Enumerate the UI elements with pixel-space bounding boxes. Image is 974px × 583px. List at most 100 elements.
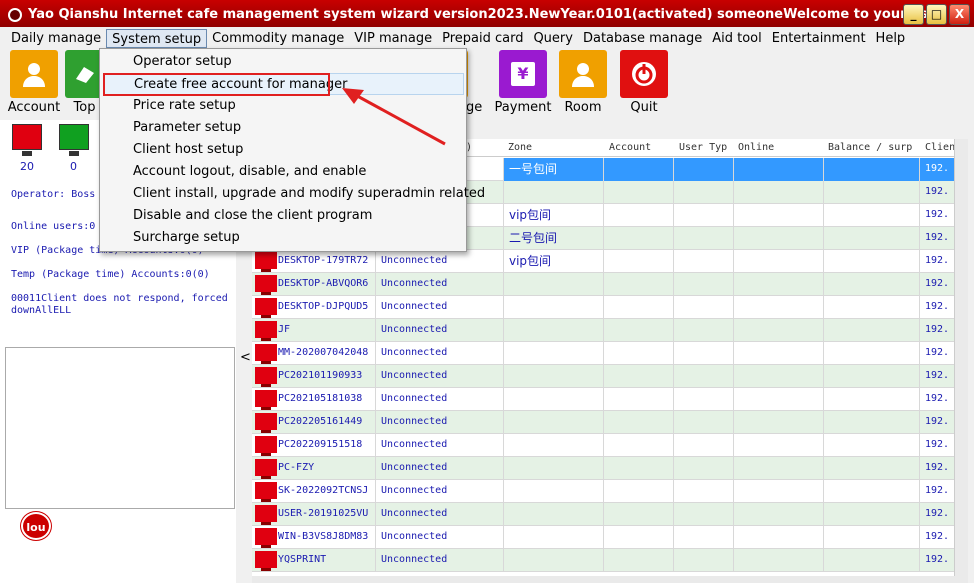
menu-prepaid-card[interactable]: Prepaid card [437, 29, 528, 48]
cell-status: Unconnected [381, 531, 448, 542]
table-cell [674, 227, 734, 250]
table-cell [824, 342, 920, 365]
close-button[interactable]: X [949, 4, 970, 25]
table-cell [604, 549, 674, 572]
cell-status: Unconnected [381, 324, 448, 335]
menu-item-client-install[interactable]: Client install, upgrade and modify super… [133, 183, 485, 205]
table-cell [674, 411, 734, 434]
table-cell [824, 411, 920, 434]
monitor-green-icon[interactable] [59, 124, 89, 156]
table-cell [604, 342, 674, 365]
menu-item-price-rate-setup[interactable]: Price rate setup [133, 95, 236, 117]
monitor-red-icon[interactable] [12, 124, 42, 156]
user-icon [10, 50, 58, 98]
table-cell [674, 549, 734, 572]
table-cell: Unconnected [376, 273, 504, 296]
cell-name: SK-2022092TCNSJ [278, 485, 369, 496]
menu-entertainment[interactable]: Entertainment [767, 29, 871, 48]
menu-vip-manage[interactable]: VIP manage [349, 29, 437, 48]
menu-item-parameter-setup[interactable]: Parameter setup [133, 117, 241, 139]
menu-daily-manage[interactable]: Daily manage [6, 29, 106, 48]
computer-icon [255, 413, 277, 433]
power-icon [620, 50, 668, 98]
table-row[interactable]: MM-202007042048 Unconnected 192. [252, 342, 968, 365]
app-icon[interactable] [8, 8, 22, 22]
menu-bar: Daily manage System setup Commodity mana… [0, 27, 974, 48]
computer-icon [255, 298, 277, 318]
maximize-button[interactable]: □ [926, 4, 947, 25]
table-cell [674, 250, 734, 273]
table-row[interactable]: PC202101190933 Unconnected 192. [252, 365, 968, 388]
table-row[interactable]: DESKTOP-179TR72 Unconnected vip包间 192. [252, 250, 968, 273]
computer-icon [255, 390, 277, 410]
cell-name: PC202105181038 [278, 393, 363, 404]
table-row[interactable]: DESKTOP-ABVQOR6 Unconnected 192. [252, 273, 968, 296]
table-cell [824, 365, 920, 388]
header-balance[interactable]: Balance / surp [828, 142, 916, 153]
menu-help[interactable]: Help [871, 29, 911, 48]
table-cell: DESKTOP-DJPQUD5 [252, 296, 376, 319]
table-cell: PC202205161449 [252, 411, 376, 434]
table-row[interactable]: PC-FZY Unconnected 192. [252, 457, 968, 480]
table-cell: Unconnected [376, 365, 504, 388]
menu-item-operator-setup[interactable]: Operator setup [133, 51, 232, 73]
table-cell [824, 227, 920, 250]
table-cell: Unconnected [376, 319, 504, 342]
table-cell [734, 411, 824, 434]
computer-icon [255, 252, 277, 272]
table-row[interactable]: DESKTOP-DJPQUD5 Unconnected 192. [252, 296, 968, 319]
computer-icon [255, 505, 277, 525]
table-cell [504, 342, 604, 365]
menu-item-client-host-setup[interactable]: Client host setup [133, 139, 243, 161]
cell-status: Unconnected [381, 393, 448, 404]
menu-item-account-logout[interactable]: Account logout, disable, and enable [133, 161, 366, 183]
computer-icon [255, 275, 277, 295]
table-row[interactable]: YQSPRINT Unconnected 192. [252, 549, 968, 572]
payment-button[interactable]: ¥ Payment [494, 50, 552, 115]
computer-icon [255, 321, 277, 341]
table-cell [504, 273, 604, 296]
menu-system-setup[interactable]: System setup [106, 29, 208, 48]
table-row[interactable]: SK-2022092TCNSJ Unconnected 192. [252, 480, 968, 503]
table-row[interactable]: JF Unconnected 192. [252, 319, 968, 342]
cell-name: PC202205161449 [278, 416, 363, 427]
collapse-arrow-icon[interactable]: < [240, 350, 251, 365]
quit-button[interactable]: Quit [615, 50, 673, 115]
table-row[interactable]: PC202205161449 Unconnected 192. [252, 411, 968, 434]
table-cell [504, 503, 604, 526]
room-button[interactable]: Room [554, 50, 612, 115]
table-cell [604, 181, 674, 204]
menu-commodity-manage[interactable]: Commodity manage [207, 29, 349, 48]
header-online[interactable]: Online [738, 142, 823, 153]
vertical-scrollbar[interactable] [954, 139, 968, 576]
horizontal-scrollbar[interactable] [252, 576, 968, 583]
menu-item-disable-client[interactable]: Disable and close the client program [133, 205, 372, 227]
cell-name: PC-FZY [278, 462, 315, 473]
temp-accounts-label: Temp (Package time) Accounts:0(0) [11, 269, 210, 280]
table-cell: Unconnected [376, 503, 504, 526]
cell-client: 192. [925, 416, 950, 427]
header-zone[interactable]: Zone [508, 142, 603, 153]
menu-query[interactable]: Query [528, 29, 578, 48]
cell-name: MM-202007042048 [278, 347, 369, 358]
table-row[interactable]: USER-20191025VU Unconnected 192. [252, 503, 968, 526]
menu-item-surcharge-setup[interactable]: Surcharge setup [133, 227, 240, 249]
computer-icon [255, 367, 277, 387]
cell-client: 192. [925, 554, 950, 565]
menu-database-manage[interactable]: Database manage [578, 29, 707, 48]
left-message-list[interactable] [5, 347, 235, 509]
table-cell [674, 365, 734, 388]
table-cell [504, 296, 604, 319]
table-row[interactable]: PC202209151518 Unconnected 192. [252, 434, 968, 457]
header-account[interactable]: Account [609, 142, 674, 153]
menu-aid-tool[interactable]: Aid tool [707, 29, 767, 48]
cell-client: 192. [925, 370, 950, 381]
header-user-type[interactable]: User Typ [679, 142, 734, 153]
table-row[interactable]: PC202105181038 Unconnected 192. [252, 388, 968, 411]
account-button[interactable]: Account [5, 50, 63, 115]
table-cell [504, 365, 604, 388]
table-row[interactable]: WIN-B3VS8J8DM83 Unconnected 192. [252, 526, 968, 549]
table-cell [734, 158, 824, 181]
minimize-button[interactable]: _ [903, 4, 924, 25]
cell-client: 192. [925, 439, 950, 450]
